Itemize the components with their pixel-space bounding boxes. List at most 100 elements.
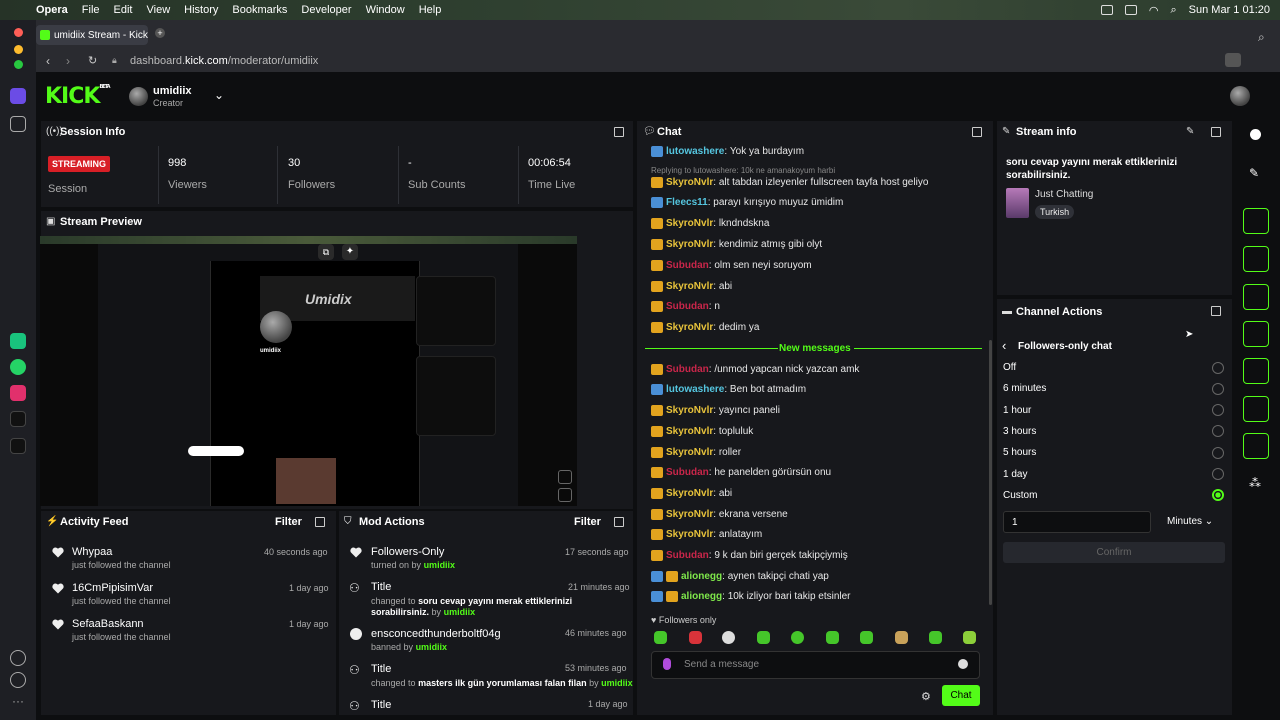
nodes-icon[interactable]: ⁂: [1249, 476, 1261, 490]
chat-username[interactable]: SkyroNvlr: [666, 218, 713, 229]
clock[interactable]: Sun Mar 1 01:20: [1189, 4, 1270, 16]
chat-message[interactable]: SkyroNvlr: roller: [651, 447, 741, 458]
tiktok-icon[interactable]: [10, 411, 26, 427]
chat-username[interactable]: Subudan: [666, 467, 709, 478]
new-tab-icon[interactable]: +: [155, 28, 165, 38]
chat-message[interactable]: SkyroNvlr: kendimiz atmış gibi olyt: [651, 239, 822, 250]
history-icon[interactable]: [10, 672, 26, 688]
send-chat-button[interactable]: Chat: [942, 685, 980, 706]
pinboard-icon[interactable]: [10, 116, 26, 132]
radio-custom[interactable]: [1212, 489, 1224, 501]
chat-username[interactable]: Subudan: [666, 550, 709, 561]
activity-name[interactable]: Whypaa: [72, 546, 112, 558]
chat-message[interactable]: Subudan: 9 k dan biri gerçek takipçiymiş: [651, 550, 848, 561]
url-text[interactable]: dashboard.kick.com/moderator/umidiix: [130, 55, 318, 67]
chat-username[interactable]: SkyroNvlr: [666, 239, 713, 250]
pencil-icon[interactable]: ✎: [1249, 166, 1259, 180]
microphone-icon[interactable]: [663, 658, 671, 670]
instagram-icon[interactable]: [10, 385, 26, 401]
reload-icon[interactable]: ↻: [88, 54, 97, 67]
app-menu[interactable]: Opera: [36, 4, 68, 16]
chat-username[interactable]: SkyroNvlr: [666, 177, 713, 188]
stream-video[interactable]: Umidix umidiix ⧉ ✦: [40, 236, 577, 506]
search-icon[interactable]: ⌕: [1170, 4, 1176, 17]
category-name[interactable]: Just Chatting: [1035, 189, 1093, 200]
channel-avatar[interactable]: [129, 87, 148, 106]
chat-username[interactable]: Subudan: [666, 364, 709, 375]
chat-username[interactable]: SkyroNvlr: [666, 529, 713, 540]
chat-message[interactable]: SkyroNvlr: abi: [651, 281, 732, 292]
radio-3-hours[interactable]: [1212, 425, 1224, 437]
option-custom[interactable]: Custom: [1003, 490, 1037, 501]
chatgpt-icon[interactable]: [10, 333, 26, 349]
option-off[interactable]: Off: [1003, 362, 1016, 373]
chat-username[interactable]: lutowashere: [666, 384, 724, 395]
document-icon[interactable]: [1243, 284, 1269, 310]
chat-username[interactable]: SkyroNvlr: [666, 447, 713, 458]
option-5-hours[interactable]: 5 hours: [1003, 447, 1036, 458]
chat-message[interactable]: Fleecs11: parayı kırışıyo muyuz ümidim: [651, 197, 843, 208]
emote-icon[interactable]: [860, 631, 873, 644]
menu-developer[interactable]: Developer: [301, 4, 351, 16]
emote-icon[interactable]: [929, 631, 942, 644]
copy-icon[interactable]: ⧉: [318, 244, 334, 260]
chevron-down-icon[interactable]: ⌄: [214, 88, 224, 102]
chat-username[interactable]: alionegg: [681, 591, 722, 602]
menu-bookmarks[interactable]: Bookmarks: [232, 4, 287, 16]
menu-history[interactable]: History: [184, 4, 218, 16]
expand-icon[interactable]: [315, 517, 325, 527]
layout-icon[interactable]: [1243, 396, 1269, 422]
chat-input-placeholder[interactable]: Send a message: [684, 659, 759, 670]
emote-icon[interactable]: [689, 631, 702, 644]
kick-logo[interactable]: KICKBETA: [45, 84, 111, 109]
battery-icon[interactable]: [1124, 5, 1137, 15]
whatsapp-icon[interactable]: [10, 359, 26, 375]
activity-filter-button[interactable]: Filter: [275, 516, 302, 528]
language-tag[interactable]: Turkish: [1035, 205, 1075, 219]
activity-name[interactable]: SefaaBaskann: [72, 618, 144, 630]
chat-username[interactable]: Subudan: [666, 301, 709, 312]
unit-select[interactable]: Minutes ⌄: [1167, 516, 1213, 527]
minimize-window-icon[interactable]: [14, 45, 23, 54]
chat-message[interactable]: SkyroNvlr: anlatayım: [651, 529, 762, 540]
radio-off[interactable]: [1212, 362, 1224, 374]
option-3-hours[interactable]: 3 hours: [1003, 426, 1036, 437]
pip-icon[interactable]: [558, 488, 572, 502]
chat-message[interactable]: SkyroNvlr: yayıncı paneli: [651, 405, 780, 416]
chat-username[interactable]: SkyroNvlr: [666, 509, 713, 520]
chat-message[interactable]: SkyroNvlr: alt tabdan izleyenler fullscr…: [651, 177, 928, 188]
back-icon[interactable]: ‹: [46, 54, 50, 68]
lightning-icon[interactable]: [1243, 246, 1269, 272]
emoji-icon[interactable]: [958, 659, 968, 669]
chat-message[interactable]: SkyroNvlr: abi: [651, 488, 732, 499]
chat-message[interactable]: Subudan: n: [651, 301, 720, 312]
menu-edit[interactable]: Edit: [114, 4, 133, 16]
option-1-day[interactable]: 1 day: [1003, 469, 1027, 480]
close-window-icon[interactable]: [14, 28, 23, 37]
chat-username[interactable]: SkyroNvlr: [666, 322, 713, 333]
chat-message[interactable]: alionegg: 10k izliyor bari takip etsinle…: [651, 591, 851, 602]
menu-file[interactable]: File: [82, 4, 100, 16]
activity-name[interactable]: 16CmPipisimVar: [72, 582, 153, 594]
chat-bubble-icon[interactable]: [1243, 321, 1269, 347]
chat-username[interactable]: SkyroNvlr: [666, 426, 713, 437]
wifi-icon[interactable]: ◠: [1149, 4, 1159, 17]
tab-search-icon[interactable]: ⌕: [1258, 30, 1265, 45]
more-icon[interactable]: ···: [10, 694, 26, 710]
status-icon[interactable]: [1100, 5, 1113, 15]
chat-message[interactable]: SkyroNvlr: topluluk: [651, 426, 753, 437]
rotate-icon[interactable]: [558, 470, 572, 484]
followers-only-back[interactable]: Followers-only chat: [1018, 341, 1112, 352]
mod-filter-button[interactable]: Filter: [574, 516, 601, 528]
chat-username[interactable]: alionegg: [681, 571, 722, 582]
radio-5-hours[interactable]: [1212, 447, 1224, 459]
emote-icon[interactable]: [757, 631, 770, 644]
chat-settings-gear-icon[interactable]: ⚙: [921, 690, 931, 703]
chat-username[interactable]: SkyroNvlr: [666, 281, 713, 292]
chat-message[interactable]: Subudan: /unmod yapcan nick yazcan amk: [651, 364, 859, 375]
chat-message[interactable]: alionegg: aynen takipçi chati yap: [651, 571, 829, 582]
profile-icon[interactable]: [1225, 53, 1241, 67]
zoom-window-icon[interactable]: [14, 60, 23, 69]
emote-icon[interactable]: [654, 631, 667, 644]
x-twitter-icon[interactable]: [10, 438, 26, 454]
